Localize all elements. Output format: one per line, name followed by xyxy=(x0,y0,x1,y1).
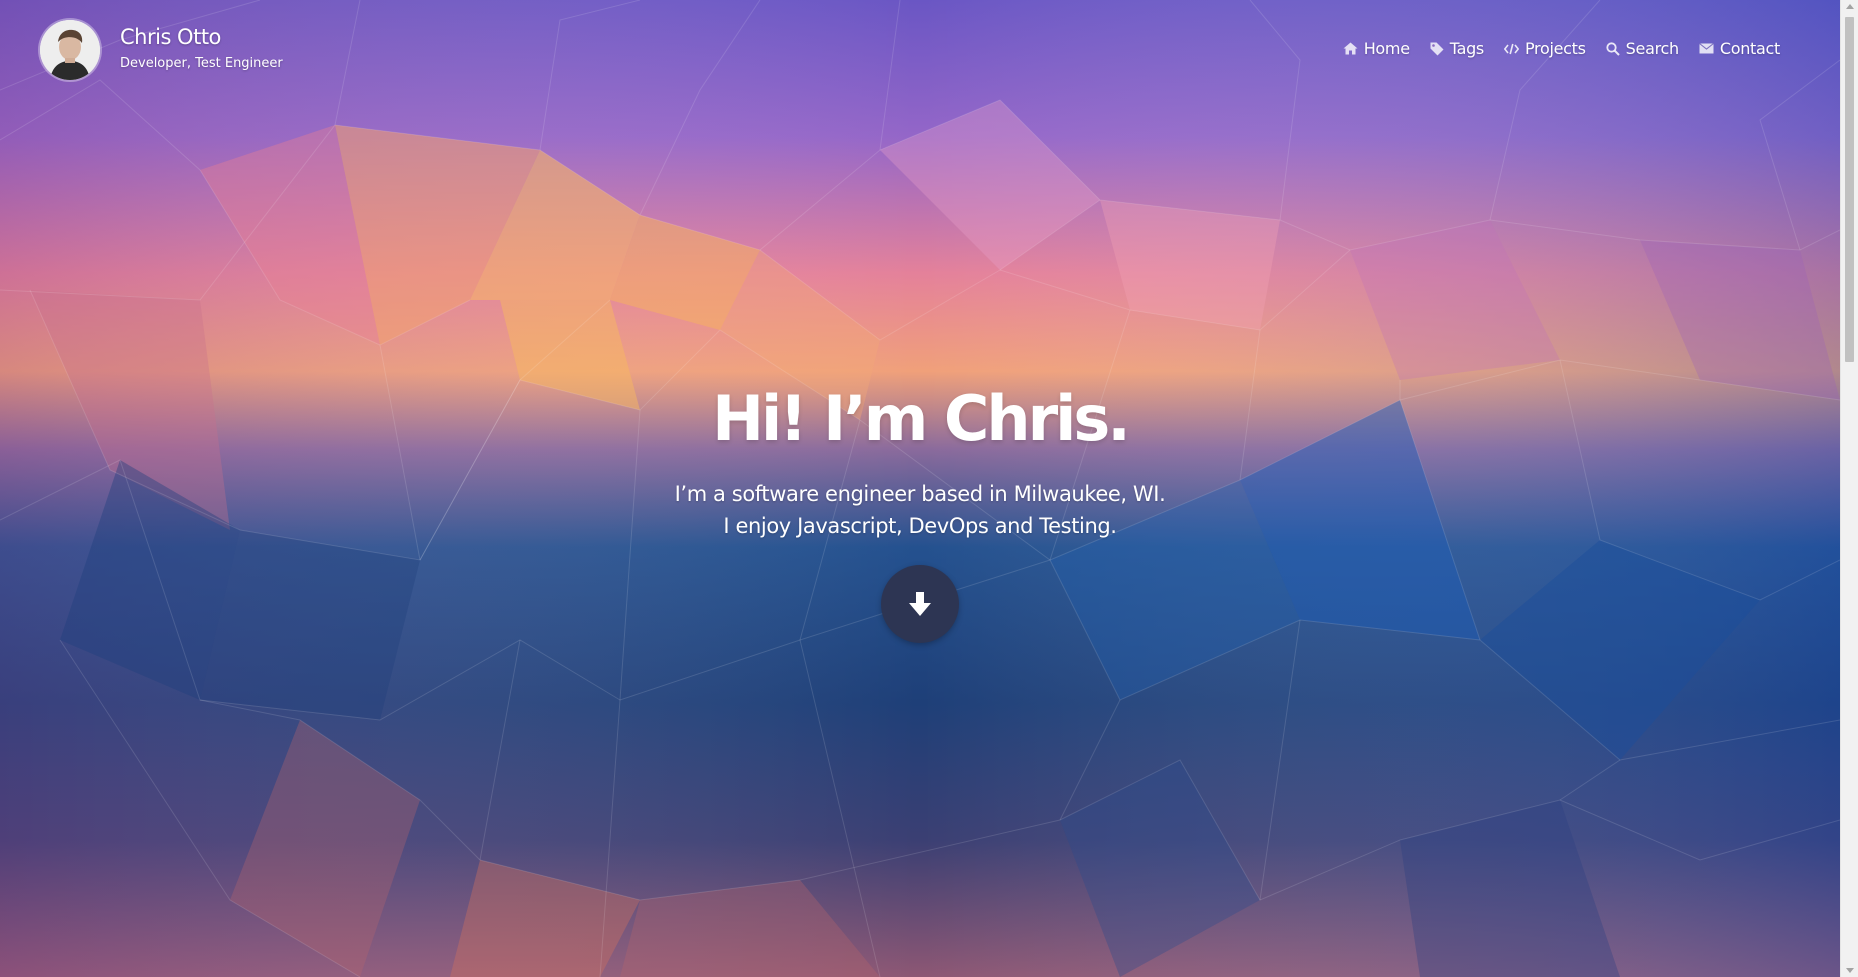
arrow-down-icon xyxy=(909,592,931,616)
scrollbar-down-arrow[interactable] xyxy=(1846,968,1854,973)
hero-title: Hi! I’m Chris. xyxy=(712,382,1131,455)
nav-contact[interactable]: Contact xyxy=(1699,39,1780,58)
nav-home[interactable]: Home xyxy=(1343,39,1410,58)
site-title[interactable]: Chris Otto xyxy=(120,25,221,49)
nav-tags[interactable]: Tags xyxy=(1430,39,1484,58)
nav-tags-label: Tags xyxy=(1449,39,1485,58)
nav-contact-label: Contact xyxy=(1719,39,1780,58)
page: Chris Otto Developer, Test Engineer Home… xyxy=(0,0,1858,977)
nav-home-label: Home xyxy=(1363,39,1410,58)
site-tagline: Developer, Test Engineer xyxy=(120,56,283,71)
nav-search[interactable]: Search xyxy=(1606,39,1679,58)
search-icon xyxy=(1606,41,1620,56)
nav-search-label: Search xyxy=(1625,39,1679,58)
avatar-portrait-icon xyxy=(40,20,100,80)
scrollbar-up-arrow[interactable] xyxy=(1846,4,1854,9)
nav-projects[interactable]: Projects xyxy=(1503,39,1586,58)
scroll-down-button[interactable] xyxy=(881,565,959,643)
nav-projects-label: Projects xyxy=(1524,39,1586,58)
avatar[interactable] xyxy=(40,20,100,80)
page-scrollbar[interactable] xyxy=(1840,0,1858,977)
site-header: Chris Otto Developer, Test Engineer Home… xyxy=(0,0,1840,100)
hero: Hi! I’m Chris. I’m a software engineer b… xyxy=(0,380,1840,542)
hero-intro: I’m a software engineer based in Milwauk… xyxy=(0,478,1840,542)
scrollbar-thumb[interactable] xyxy=(1845,17,1854,362)
home-icon xyxy=(1343,42,1358,55)
main-nav: Home Tags Projects Search Contact xyxy=(1343,39,1780,58)
code-icon xyxy=(1503,43,1519,54)
tag-icon xyxy=(1430,42,1444,55)
envelope-icon xyxy=(1699,43,1714,54)
hero-line-location: I’m a software engineer based in Milwauk… xyxy=(674,482,1166,506)
hero-line-interests: I enjoy Javascript, DevOps and Testing. xyxy=(723,514,1117,538)
